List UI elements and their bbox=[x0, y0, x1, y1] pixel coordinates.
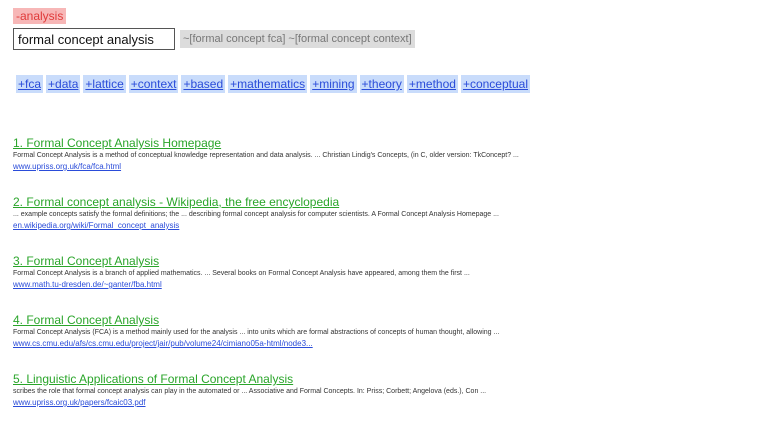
search-result: 4. Formal Concept Analysis Formal Concep… bbox=[13, 313, 748, 372]
result-url-link[interactable]: www.cs.cmu.edu/afs/cs.cmu.edu/project/ja… bbox=[13, 338, 748, 349]
search-result: 2. Formal concept analysis - Wikipedia, … bbox=[13, 195, 748, 254]
related-term-conceptual[interactable]: +conceptual bbox=[460, 75, 531, 93]
result-title-link[interactable]: 3. Formal Concept Analysis bbox=[13, 254, 748, 268]
related-term-theory[interactable]: +theory bbox=[359, 75, 404, 93]
related-term-fca[interactable]: +fca bbox=[16, 75, 44, 93]
search-result: 3. Formal Concept Analysis Formal Concep… bbox=[13, 254, 748, 313]
result-snippet: scribes the role that formal concept ana… bbox=[13, 388, 487, 395]
related-term-mathematics[interactable]: +mathematics bbox=[228, 75, 308, 93]
result-url-link[interactable]: en.wikipedia.org/wiki/Formal_concept_ana… bbox=[13, 220, 748, 231]
excluded-term-tag[interactable]: -analysis bbox=[13, 8, 67, 24]
related-term-context[interactable]: +context bbox=[128, 75, 179, 93]
result-url-link[interactable]: www.math.tu-dresden.de/~ganter/fba.html bbox=[13, 279, 748, 290]
search-results: 1. Formal Concept Analysis Homepage Form… bbox=[13, 136, 748, 431]
search-row: ~[formal concept fca] ~[formal concept c… bbox=[13, 28, 415, 50]
result-url-link[interactable]: www.upriss.org.uk/papers/fcaic03.pdf bbox=[13, 397, 748, 408]
result-title-link[interactable]: 2. Formal concept analysis - Wikipedia, … bbox=[13, 195, 748, 209]
search-input[interactable] bbox=[13, 28, 175, 50]
result-snippet: Formal Concept Analysis is a method of c… bbox=[13, 152, 519, 159]
related-term-based[interactable]: +based bbox=[181, 75, 226, 93]
result-title-link[interactable]: 4. Formal Concept Analysis bbox=[13, 313, 748, 327]
related-term-data[interactable]: +data bbox=[46, 75, 81, 93]
alt-query-1[interactable]: ~[formal concept fca] bbox=[183, 32, 285, 46]
result-snippet: Formal Concept Analysis is a branch of a… bbox=[13, 270, 470, 277]
result-snippet: Formal Concept Analysis (FCA) is a metho… bbox=[13, 329, 500, 336]
alternative-queries: ~[formal concept fca] ~[formal concept c… bbox=[180, 30, 415, 48]
search-result: 1. Formal Concept Analysis Homepage Form… bbox=[13, 136, 748, 195]
result-snippet: ... example concepts satisfy the formal … bbox=[13, 211, 499, 218]
result-title-link[interactable]: 1. Formal Concept Analysis Homepage bbox=[13, 136, 748, 150]
result-title-link[interactable]: 5. Linguistic Applications of Formal Con… bbox=[13, 372, 748, 386]
search-result: 5. Linguistic Applications of Formal Con… bbox=[13, 372, 748, 431]
result-url-link[interactable]: www.upriss.org.uk/fca/fca.html bbox=[13, 161, 748, 172]
related-term-method[interactable]: +method bbox=[406, 75, 458, 93]
related-term-lattice[interactable]: +lattice bbox=[83, 75, 126, 93]
related-terms-bar: +fca +data +lattice +context +based +mat… bbox=[16, 75, 531, 93]
related-term-mining[interactable]: +mining bbox=[310, 75, 357, 93]
alt-query-2[interactable]: ~[formal concept context] bbox=[288, 32, 411, 46]
